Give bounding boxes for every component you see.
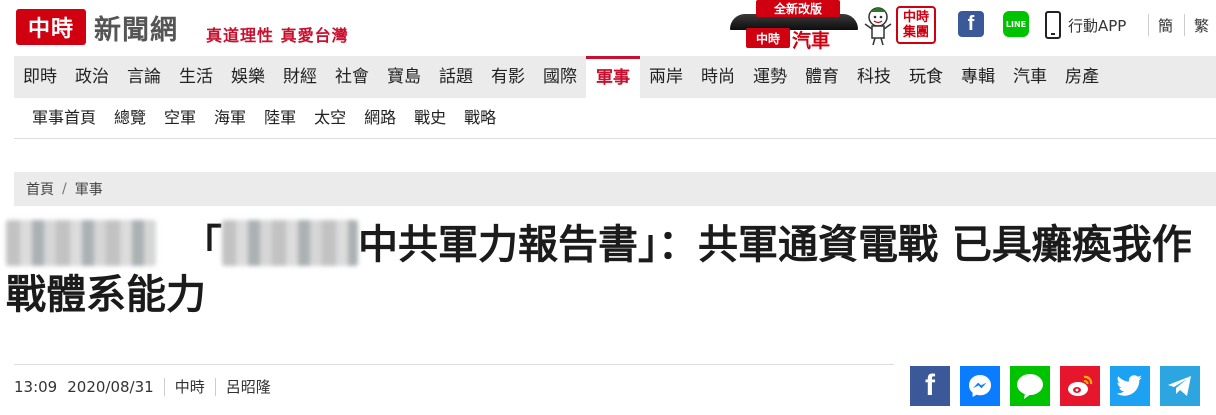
weibo-icon [1068, 375, 1093, 396]
breadcrumb-home[interactable]: 首頁 [26, 179, 54, 199]
twitter-bird-icon [1116, 375, 1142, 396]
subnav-item-7[interactable]: 戰史 [405, 98, 455, 138]
line-icon[interactable]: LINE [1003, 11, 1029, 37]
divider [163, 377, 165, 396]
divider [1148, 14, 1149, 36]
line-icon-text: LINE [1005, 19, 1027, 29]
breadcrumb-separator: / [62, 181, 67, 197]
facebook-icon[interactable]: f [958, 11, 984, 37]
nav-item-12[interactable]: 兩岸 [640, 56, 692, 98]
line-bubble-icon [1017, 374, 1043, 399]
nav-item-3[interactable]: 生活 [170, 56, 222, 98]
nav-item-6[interactable]: 社會 [326, 56, 378, 98]
article-source[interactable]: 中時 [175, 376, 205, 397]
car-label: 汽車 [792, 30, 831, 52]
title-bracket: 「 [182, 222, 222, 268]
divider [214, 377, 216, 396]
site-name[interactable]: 新聞網 [94, 8, 178, 47]
subnav-item-6[interactable]: 網路 [355, 98, 405, 138]
chinatimes-logo[interactable]: 中時 [16, 9, 86, 45]
telegram-plane-icon [1168, 376, 1191, 396]
redacted-text [6, 220, 156, 266]
nav-item-4[interactable]: 娛樂 [222, 56, 274, 98]
site-slogan: 真道理性 真愛台灣 [206, 26, 349, 45]
main-navigation: 即時 政治 言論 生活 娛樂 財經 社會 寶島 話題 有影 國際 軍事 兩岸 時尚 運勢 體育 科技 玩食 專輯 汽車… [14, 56, 1216, 98]
divider [1184, 14, 1185, 36]
nav-item-14[interactable]: 運勢 [744, 56, 796, 98]
subnav-item-1[interactable]: 總覽 [105, 98, 155, 138]
breadcrumb: 首頁 / 軍事 [14, 172, 1216, 206]
nav-item-16[interactable]: 科技 [848, 56, 900, 98]
article-meta: 13:09 2020/08/31 中時 呂昭隆 [14, 364, 894, 408]
nav-item-0[interactable]: 即時 [14, 56, 66, 98]
group-logo-line1: 中時 [902, 10, 929, 25]
messenger-icon [969, 375, 991, 397]
nav-item-1[interactable]: 政治 [66, 56, 118, 98]
chinatimes-group-logo[interactable]: 中時 集團 [896, 6, 936, 44]
car-channel-banner[interactable]: 全新改版 中時 汽車 [730, 0, 860, 52]
nav-item-15[interactable]: 體育 [796, 56, 848, 98]
nav-item-11[interactable]: 軍事 [586, 56, 640, 98]
nav-item-7[interactable]: 寶島 [378, 56, 430, 98]
subnav-item-5[interactable]: 太空 [305, 98, 355, 138]
subnav-item-2[interactable]: 空軍 [155, 98, 205, 138]
share-line-icon[interactable] [1010, 366, 1050, 406]
nav-item-2[interactable]: 言論 [118, 56, 170, 98]
share-messenger-icon[interactable] [960, 366, 1000, 406]
publish-time: 13:09 [14, 377, 58, 396]
lang-simplified-link[interactable]: 簡 [1158, 15, 1173, 36]
article-author[interactable]: 呂昭隆 [226, 376, 271, 397]
sub-navigation: 軍事首頁 總覽 空軍 海軍 陸軍 太空 網路 戰史 戰略 [14, 98, 1216, 139]
share-telegram-icon[interactable] [1160, 366, 1200, 406]
nav-item-8[interactable]: 話題 [430, 56, 482, 98]
nav-item-13[interactable]: 時尚 [692, 56, 744, 98]
publish-date: 2020/08/31 [67, 377, 154, 396]
redacted-text [222, 220, 358, 266]
share-facebook-icon[interactable]: f [910, 366, 950, 406]
lang-traditional-link[interactable]: 繁 [1194, 15, 1209, 36]
article-title: 「中共軍力報告書」：共軍通資電戰 已具癱瘓我作戰體系能力 [6, 220, 1212, 320]
nav-item-20[interactable]: 房產 [1056, 56, 1108, 98]
nav-item-9[interactable]: 有影 [482, 56, 534, 98]
car-new-badge: 全新改版 [756, 0, 840, 17]
subnav-item-8[interactable]: 戰略 [455, 98, 505, 138]
subnav-item-0[interactable]: 軍事首頁 [14, 98, 105, 138]
group-logo-line2: 集團 [902, 25, 929, 40]
nav-item-17[interactable]: 玩食 [900, 56, 952, 98]
mascot-icon[interactable] [862, 6, 894, 46]
nav-item-18[interactable]: 專輯 [952, 56, 1004, 98]
mobile-app-link[interactable]: 行動APP [1068, 15, 1126, 36]
share-weibo-icon[interactable] [1060, 366, 1100, 406]
breadcrumb-section[interactable]: 軍事 [75, 179, 103, 199]
mobile-phone-icon[interactable] [1045, 11, 1061, 39]
car-brand-logo: 中時 [746, 28, 790, 48]
share-twitter-icon[interactable] [1110, 366, 1150, 406]
subnav-item-4[interactable]: 陸軍 [255, 98, 305, 138]
nav-item-19[interactable]: 汽車 [1004, 56, 1056, 98]
nav-item-10[interactable]: 國際 [534, 56, 586, 98]
subnav-item-3[interactable]: 海軍 [205, 98, 255, 138]
nav-item-5[interactable]: 財經 [274, 56, 326, 98]
top-header: 中時 新聞網 真道理性 真愛台灣 全新改版 中時 汽車 中時 集團 f LINE… [0, 0, 1216, 56]
